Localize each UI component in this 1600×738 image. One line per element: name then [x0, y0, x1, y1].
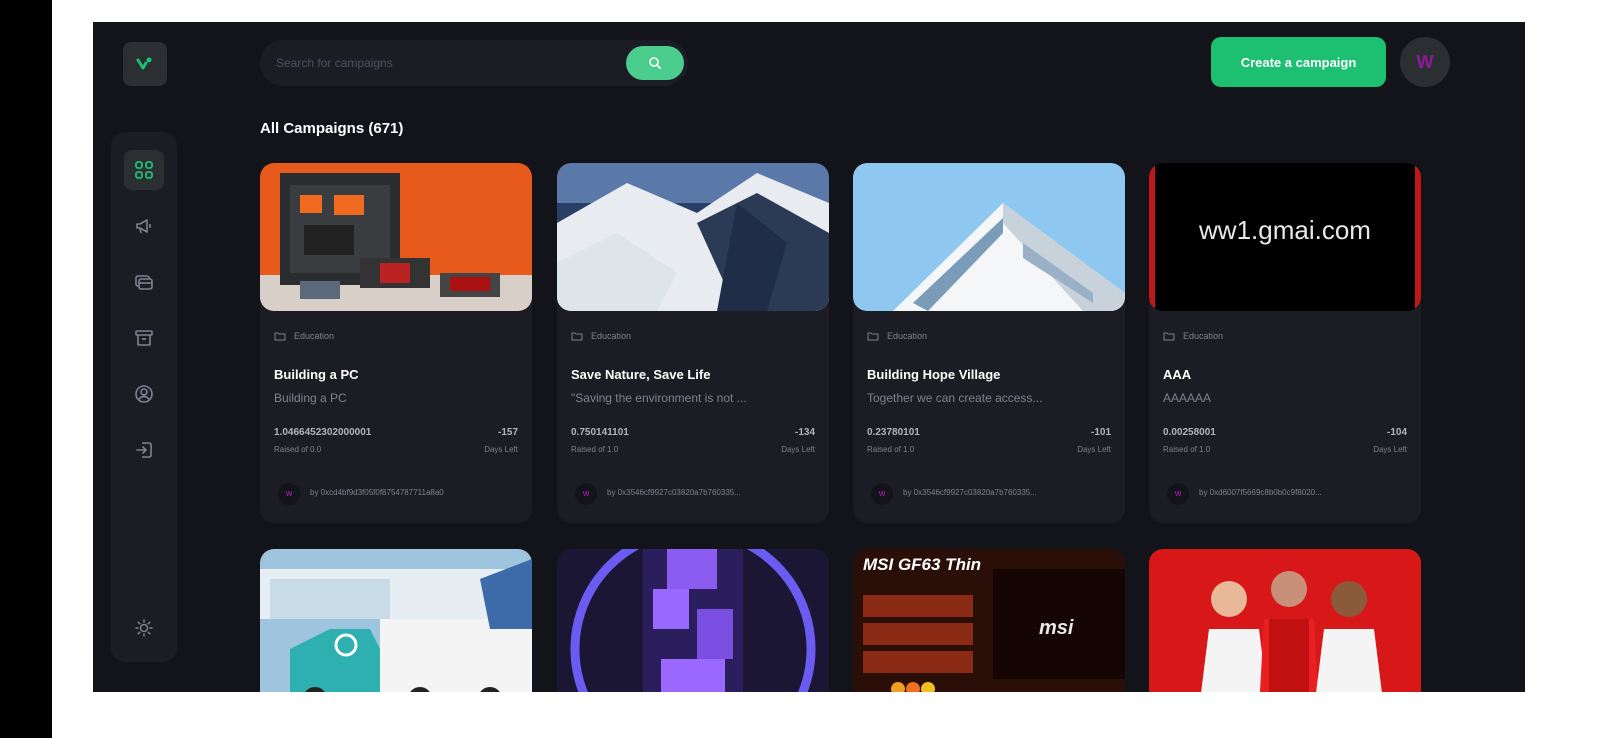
owner-avatar-initial: W [285, 490, 293, 498]
campaign-category-label: Education [887, 331, 928, 341]
app-logo-icon [136, 57, 152, 70]
campaign-description: Together we can create access... [867, 391, 1043, 405]
campaign-title: Save Nature, Save Life [571, 367, 711, 382]
campaign-raised-label: Raised of 1.0 [867, 445, 915, 454]
owner-avatar-initial: W [878, 490, 886, 498]
campaign-days: -104 [1386, 427, 1407, 438]
folder-icon [571, 332, 583, 341]
campaign-raised-label: Raised of 0.0 [274, 445, 322, 454]
owner-avatar: W [575, 483, 597, 505]
campaign-image [853, 163, 1125, 311]
campaign-card[interactable]: ww1.gmai.com Education AAA AAAAAA 0.0025… [1149, 163, 1421, 523]
sidebar-item-profile[interactable] [124, 374, 164, 414]
campaign-raised: 0.00258001 [1163, 427, 1216, 438]
campaign-category-label: Education [1183, 331, 1224, 341]
campaign-card[interactable]: MSI GF63 Thin msi [853, 549, 1125, 692]
owner-avatar: W [1167, 483, 1189, 505]
campaign-category-label: Education [294, 331, 335, 341]
withdraw-icon [135, 330, 153, 346]
image-laptop-brand: msi [1039, 617, 1074, 639]
campaign-category: Education [274, 331, 334, 341]
sidebar-item-dashboard[interactable] [124, 150, 164, 190]
campaign-title: Building Hope Village [867, 367, 1001, 382]
campaign-days-label: Days Left [1373, 445, 1407, 454]
campaign-card[interactable]: Education Building Hope Village Together… [853, 163, 1125, 523]
campaign-days: -157 [497, 427, 518, 438]
campaign-owner: by 0x3546cf9927c03820a7b760335... [903, 488, 1037, 497]
app-logo[interactable] [123, 42, 167, 86]
campaign-card[interactable] [557, 549, 829, 692]
campaign-card[interactable]: Education Building a PC Building a PC 1.… [260, 163, 532, 523]
search-input[interactable] [276, 40, 616, 86]
campaign-raised: 1.0466452302000001 [274, 427, 372, 438]
campaign-days-label: Days Left [1077, 445, 1111, 454]
campaign-description: Building a PC [274, 391, 347, 405]
campaign-image [260, 163, 532, 311]
campaign-card[interactable]: Education Save Nature, Save Life "Saving… [557, 163, 829, 523]
avatar-initial: W [1416, 51, 1434, 72]
sidebar-item-campaign[interactable] [124, 206, 164, 246]
search-icon [649, 57, 661, 69]
sidebar-item-withdraw[interactable] [124, 318, 164, 358]
campaign-days: -134 [794, 427, 815, 438]
folder-icon [1163, 332, 1175, 341]
campaign-card[interactable] [260, 549, 532, 692]
dashboard-icon [135, 161, 153, 179]
sun-icon [135, 619, 153, 637]
campaign-category: Education [571, 331, 631, 341]
campaign-image [557, 163, 829, 311]
folder-icon [274, 332, 286, 341]
owner-avatar: W [278, 483, 300, 505]
sidebar-item-logout[interactable] [124, 430, 164, 470]
logout-icon [136, 442, 152, 458]
payment-icon [135, 275, 153, 290]
campaign-category: Education [1163, 331, 1223, 341]
search-bar [260, 40, 688, 86]
campaign-title: AAA [1163, 367, 1192, 382]
campaign-raised: 0.750141101 [571, 427, 629, 438]
campaign-description: "Saving the environment is not ... [571, 391, 747, 405]
page-title: All Campaigns (671) [260, 120, 404, 137]
campaign-raised-label: Raised of 1.0 [571, 445, 619, 454]
campaign-raised: 0.23780101 [867, 427, 920, 438]
owner-avatar: W [871, 483, 893, 505]
sidebar-item-theme[interactable] [124, 608, 164, 648]
campaign-days-label: Days Left [484, 445, 518, 454]
search-button[interactable] [626, 46, 684, 80]
create-campaign-button[interactable]: Create a campaign [1211, 37, 1386, 87]
folder-icon [867, 332, 879, 341]
campaign-owner: by 0xcd4bf9d3f05f0f8754787711a8a0 [310, 488, 444, 497]
profile-icon [135, 385, 153, 403]
owner-avatar-initial: W [1174, 490, 1182, 498]
avatar[interactable]: W [1400, 37, 1450, 87]
campaign-category: Education [867, 331, 927, 341]
campaign-owner: by 0xd6007f5669c8b0b0c9f8020... [1199, 488, 1322, 497]
megaphone-icon [136, 219, 151, 234]
sidebar [111, 132, 177, 662]
campaign-days: -101 [1090, 427, 1111, 438]
image-domain-text: ww1.gmai.com [1199, 215, 1371, 245]
campaign-card[interactable] [1149, 549, 1421, 692]
app-window: Create a campaign W All Campaigns (671) [93, 22, 1525, 692]
campaign-owner: by 0x3546cf9927c03820a7b760335... [607, 488, 741, 497]
campaign-raised-label: Raised of 1.0 [1163, 445, 1211, 454]
campaign-image: ww1.gmai.com [1149, 163, 1421, 311]
left-black-edge [0, 0, 52, 738]
campaign-category-label: Education [591, 331, 632, 341]
campaign-description: AAAAAA [1163, 391, 1212, 405]
sidebar-item-payment[interactable] [124, 262, 164, 302]
campaign-days-label: Days Left [781, 445, 815, 454]
owner-avatar-initial: W [582, 490, 590, 498]
campaign-title: Building a PC [274, 367, 359, 382]
image-laptop-title: MSI GF63 Thin [863, 555, 982, 574]
